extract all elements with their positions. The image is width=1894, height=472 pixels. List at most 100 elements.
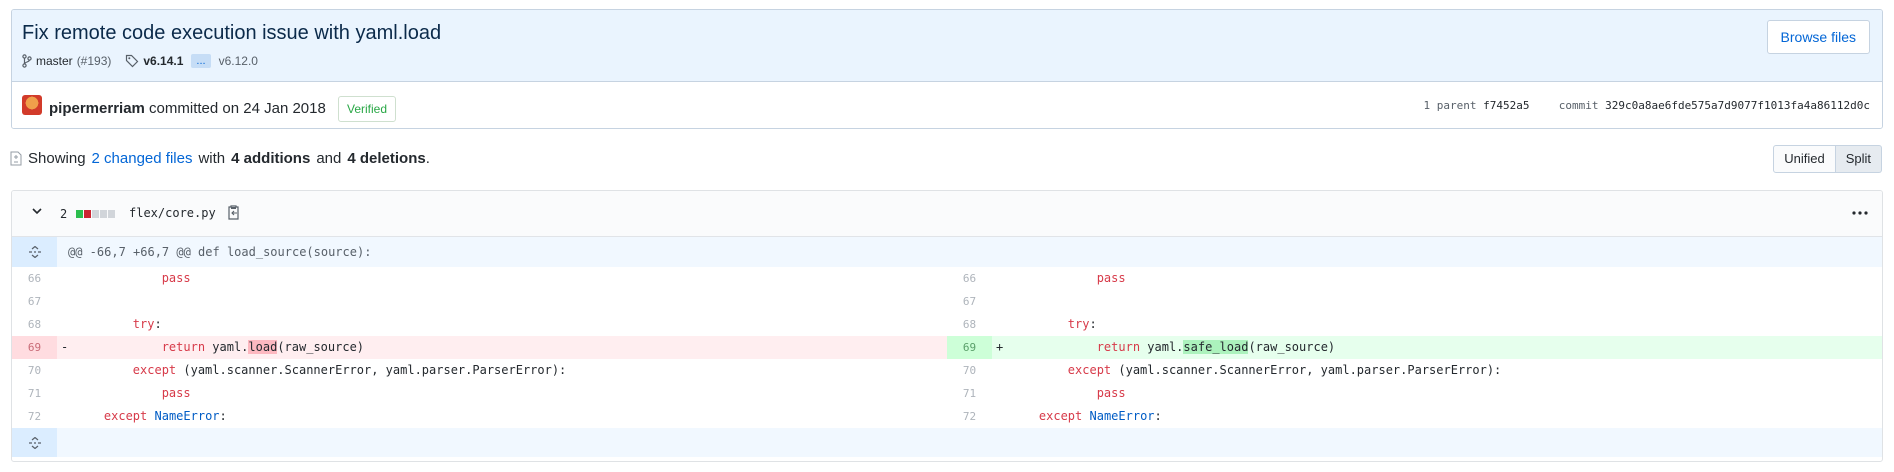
diffstat-neutral xyxy=(108,210,115,218)
unfold-icon xyxy=(28,436,41,449)
diff-summary: Showing 2 changed files with 4 additions… xyxy=(10,150,430,167)
code-keyword: except xyxy=(132,363,177,377)
diff-sign xyxy=(57,405,75,428)
line-number[interactable]: 67 xyxy=(12,290,57,313)
summary-showing: Showing xyxy=(28,150,86,167)
code-keyword: pass xyxy=(1096,271,1126,285)
kebab-icon[interactable] xyxy=(1852,211,1868,215)
diff-rows: 66 pass 66 pass 67 67 68 try: 68 try: 69- retu… xyxy=(12,267,1882,428)
diff-right-cell: 72 except NameError: xyxy=(947,405,1882,428)
diff-sign xyxy=(57,267,75,290)
line-number[interactable]: 70 xyxy=(947,359,992,382)
diffstat-del xyxy=(84,210,91,218)
code-line: except NameError: xyxy=(75,405,227,428)
author-name[interactable]: pipermerriam xyxy=(49,100,145,117)
line-number[interactable]: 66 xyxy=(947,267,992,290)
browse-files-button[interactable]: Browse files xyxy=(1766,20,1870,54)
unified-button[interactable]: Unified xyxy=(1773,145,1836,173)
clipboard-icon[interactable] xyxy=(226,204,241,220)
changes-count: 2 xyxy=(60,207,68,221)
line-number[interactable]: 71 xyxy=(12,382,57,405)
more-tags-button[interactable]: ... xyxy=(191,54,211,68)
line-number[interactable]: 66 xyxy=(12,267,57,290)
code-text: (raw_source) xyxy=(1248,340,1336,354)
diff-left-cell: 72 except NameError: xyxy=(12,405,947,428)
code-text: : xyxy=(1089,317,1097,331)
hunk-header-text: @@ -66,7 +66,7 @@ def load_source(source… xyxy=(68,245,372,259)
code-text: yaml. xyxy=(205,340,249,354)
split-button[interactable]: Split xyxy=(1835,145,1882,173)
summary-additions: 4 additions xyxy=(231,150,311,167)
commit-refs: master (#193) v6.14.1 ... v6.12.0 xyxy=(22,54,258,68)
diff-left-cell: 69- return yaml.load(raw_source) xyxy=(12,336,947,359)
author-line: pipermerriam committed on 24 Jan 2018 Ve… xyxy=(49,96,397,122)
diff-row: 70 except (yaml.scanner.ScannerError, ya… xyxy=(12,359,1882,382)
diff-sign xyxy=(57,290,75,313)
diff-right-cell: 70 except (yaml.scanner.ScannerError, ya… xyxy=(947,359,1882,382)
line-number[interactable]: 69 xyxy=(947,336,992,359)
line-number[interactable]: 70 xyxy=(12,359,57,382)
line-number[interactable]: 72 xyxy=(947,405,992,428)
code-keyword: try xyxy=(132,317,155,331)
tag-old-link[interactable]: v6.12.0 xyxy=(219,54,258,68)
code-line: return yaml.load(raw_source) xyxy=(75,336,364,359)
expand-up-button[interactable] xyxy=(12,237,57,267)
diff-sign xyxy=(57,313,75,336)
diffstat-neutral xyxy=(92,210,99,218)
diff-sign xyxy=(992,290,1010,313)
code-keyword: except xyxy=(1038,409,1083,423)
avatar[interactable] xyxy=(22,95,42,115)
line-number[interactable]: 71 xyxy=(947,382,992,405)
code-text: (yaml.scanner.ScannerError, yaml.parser.… xyxy=(176,363,567,377)
diff-right-cell: 68 try: xyxy=(947,313,1882,336)
commit-sha: 329c0a8ae6fde575a7d9077f1013fa4a86112d0c xyxy=(1605,99,1870,112)
line-number[interactable]: 68 xyxy=(12,313,57,336)
line-number[interactable]: 68 xyxy=(947,313,992,336)
chevron-down-icon[interactable] xyxy=(32,206,42,216)
diff-sign: - xyxy=(61,340,69,354)
line-number[interactable]: 69 xyxy=(12,336,57,359)
diff-right-cell: 67 xyxy=(947,290,1882,313)
code-keyword: pass xyxy=(1096,386,1126,400)
diff-view-toggle: Unified Split xyxy=(1773,145,1882,173)
code-line: pass xyxy=(1010,267,1126,290)
code-builtin: NameError xyxy=(154,409,220,423)
diff-sign: + xyxy=(996,340,1004,354)
committed-date: committed on 24 Jan 2018 xyxy=(149,100,326,117)
file-diff: 2 flex/core.py @@ -66,7 +66,7 @@ def loa… xyxy=(11,190,1883,462)
git-branch-icon xyxy=(22,54,32,68)
diff-row: 68 try: 68 try: xyxy=(12,313,1882,336)
file-path[interactable]: flex/core.py xyxy=(129,206,216,220)
summary-with: with xyxy=(198,150,226,167)
pr-link[interactable]: (#193) xyxy=(77,54,112,68)
code-changed-word: safe_load xyxy=(1183,340,1249,354)
tag-link[interactable]: v6.14.1 xyxy=(143,54,183,68)
diff-left-cell: 67 xyxy=(12,290,947,313)
parent-sha-link[interactable]: f7452a5 xyxy=(1483,99,1529,112)
diff-sign xyxy=(992,359,1010,382)
code-line: return yaml.safe_load(raw_source) xyxy=(1010,336,1335,359)
diff-right-cell: 69 + return yaml.safe_load(raw_source) xyxy=(947,336,1882,359)
code-text: : xyxy=(1154,409,1162,423)
line-number[interactable]: 67 xyxy=(947,290,992,313)
code-keyword: return xyxy=(1096,340,1141,354)
code-keyword: pass xyxy=(161,386,191,400)
expand-down-button[interactable] xyxy=(12,428,57,457)
changed-files-link[interactable]: 2 changed files xyxy=(92,150,193,167)
commit-label: commit xyxy=(1558,99,1599,112)
branch-link[interactable]: master xyxy=(36,54,73,68)
line-number[interactable]: 72 xyxy=(12,405,57,428)
commit-title: Fix remote code execution issue with yam… xyxy=(22,22,442,44)
code-line: pass xyxy=(75,382,191,405)
code-keyword: except xyxy=(103,409,148,423)
parent-label: 1 parent xyxy=(1423,99,1477,112)
verified-badge[interactable]: Verified xyxy=(338,96,397,122)
diff-right-cell: 66 pass xyxy=(947,267,1882,290)
